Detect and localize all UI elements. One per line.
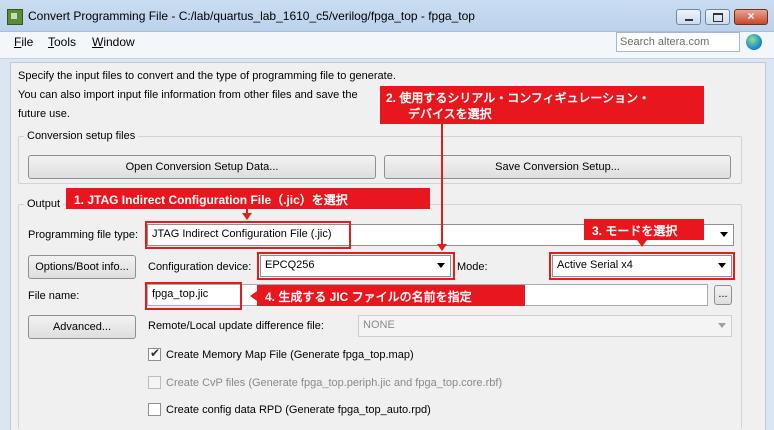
open-conversion-setup-button[interactable]: Open Conversion Setup Data... (28, 155, 376, 179)
file-name-label: File name: (28, 290, 80, 302)
configuration-device-label: Configuration device: (148, 261, 252, 273)
callout-step-1: 1. JTAG Indirect Configuration File（.jic… (66, 188, 430, 209)
highlight-programming-file-type (145, 221, 351, 249)
save-conversion-setup-button[interactable]: Save Conversion Setup... (384, 155, 731, 179)
mode-label: Mode: (457, 261, 488, 273)
callout-step-4: 4. 生成する JIC ファイルの名前を指定 (257, 285, 525, 306)
callout-step-3: 3. モードを選択 (584, 219, 704, 240)
callout-3-arrow-icon (637, 240, 647, 247)
advanced-button[interactable]: Advanced... (28, 315, 136, 339)
intro-line-3: future use. (18, 108, 70, 120)
config-rpd-label: Create config data RPD (Generate fpga_to… (166, 404, 431, 416)
callout-step-2-line-2: デバイスを選択 (408, 107, 492, 121)
close-button[interactable]: × (734, 9, 768, 25)
close-icon: × (747, 9, 755, 23)
globe-icon[interactable] (746, 34, 762, 50)
highlight-file-name (145, 282, 242, 310)
callout-2-connector (441, 124, 443, 245)
app-icon (7, 9, 23, 25)
config-rpd-checkbox[interactable] (148, 403, 161, 416)
callout-step-2: 2. 使用するシリアル・コンフィギュレーション・ デバイスを選択 (380, 86, 704, 124)
highlight-configuration-device (257, 252, 455, 280)
remote-local-select[interactable]: NONE (358, 315, 732, 337)
conversion-setup-title: Conversion setup files (24, 130, 139, 142)
check-icon: ✔ (150, 346, 161, 360)
window-title: Convert Programming File - C:/lab/quartu… (28, 9, 475, 23)
maximize-button[interactable] (705, 9, 730, 25)
callout-step-2-line-1: 2. 使用するシリアル・コンフィギュレーション・ (386, 91, 651, 105)
remote-local-value: NONE (363, 319, 395, 331)
callout-2-arrow-icon (437, 244, 447, 251)
menu-window[interactable]: Window (92, 35, 135, 49)
minimize-button[interactable] (676, 9, 701, 25)
callout-1-arrow-icon (242, 213, 252, 220)
intro-line-1: Specify the input files to convert and t… (18, 70, 396, 82)
highlight-mode (549, 252, 735, 280)
output-group-title: Output (24, 198, 64, 210)
title-bar: Convert Programming File - C:/lab/quartu… (0, 0, 774, 32)
search-input[interactable]: Search altera.com (616, 32, 740, 52)
remote-local-label: Remote/Local update difference file: (148, 320, 324, 332)
cvp-files-label: Create CvP files (Generate fpga_top.peri… (166, 377, 503, 389)
callout-4-arrow-icon (250, 291, 257, 301)
browse-button[interactable]: ... (714, 285, 732, 305)
memory-map-checkbox[interactable]: ✔ (148, 346, 161, 361)
chevron-down-icon (720, 232, 728, 237)
options-boot-info-button[interactable]: Options/Boot info... (28, 255, 136, 279)
menu-file[interactable]: File (14, 35, 33, 49)
chevron-down-icon (718, 323, 726, 328)
programming-file-type-label: Programming file type: (28, 229, 139, 241)
intro-line-2: You can also import input file informati… (18, 89, 358, 101)
cvp-files-checkbox[interactable] (148, 376, 161, 389)
memory-map-label: Create Memory Map File (Generate fpga_to… (166, 349, 414, 361)
menu-tools[interactable]: Tools (48, 35, 76, 49)
